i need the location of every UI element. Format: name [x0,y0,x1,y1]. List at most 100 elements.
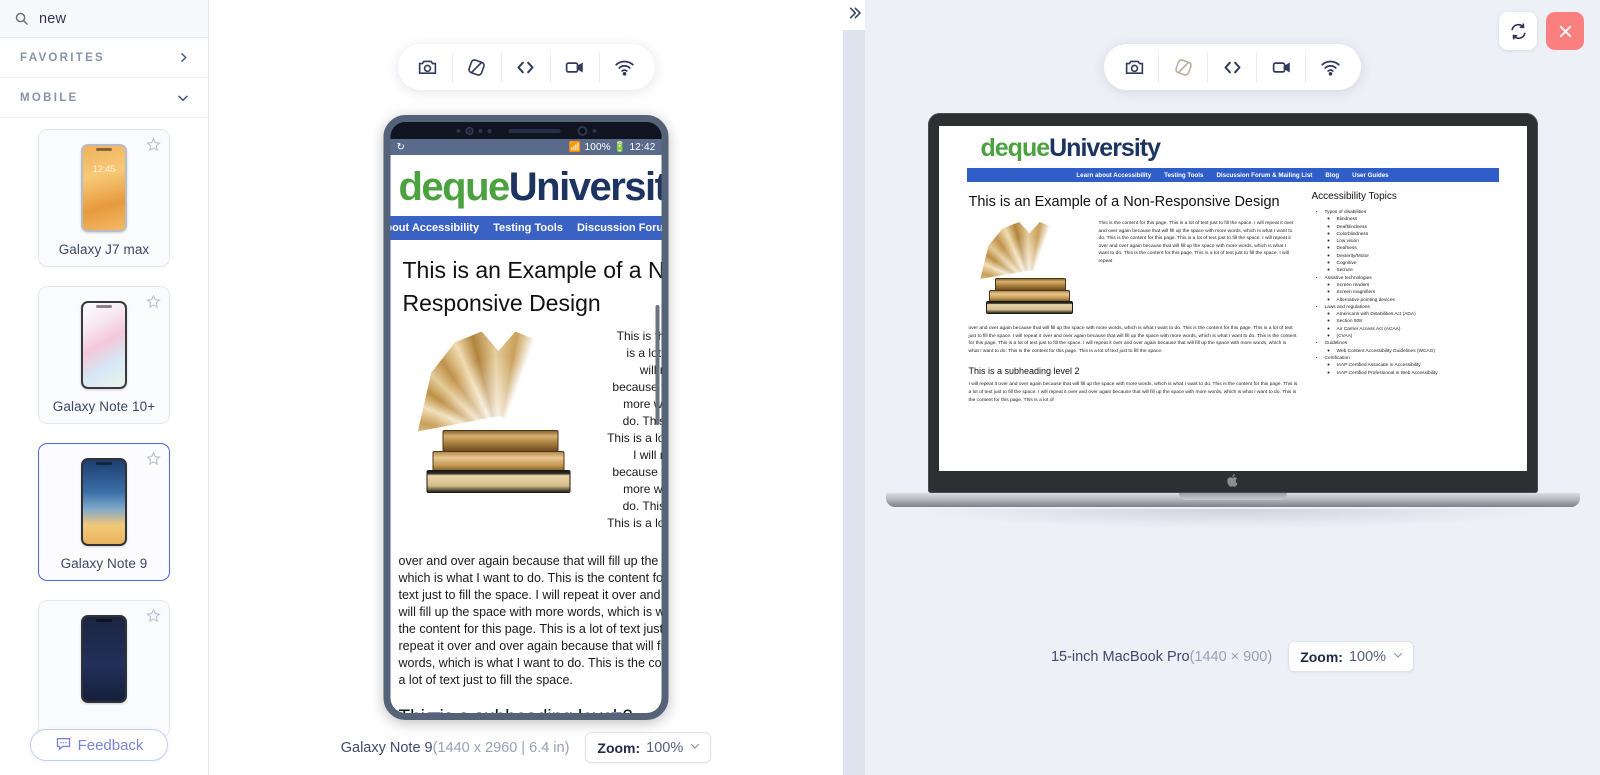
feedback-label: Feedback [77,736,144,754]
frame-nub [611,712,622,713]
desktop-device-footer: 15-inch MacBook Pro(1440 × 900) Zoom: 10… [865,641,1600,672]
device-card-galaxy-s8[interactable]: Galaxy S8 [38,600,170,738]
chevron-down-icon[interactable] [689,740,701,755]
topic-sublist: Web Content Accessibility Guidelines (WC… [1325,348,1497,355]
screenshot-button[interactable] [1110,52,1159,82]
book-spine [426,469,571,493]
thumb-clock: 12:45 [92,164,116,174]
topic-sublist: IAAP Certified Associate in Accessibilit… [1325,362,1497,377]
subtopic: Screen readers [1337,282,1497,289]
subtopic: Web Content Accessibility Guidelines (WC… [1337,348,1497,355]
record-video-button[interactable] [1257,52,1306,82]
sync-scroll-button[interactable] [1499,12,1537,50]
site-nav[interactable]: Learn about Accessibility Testing Tools … [966,168,1499,182]
device-sidebar: FAVORITES MOBILE 12:45 Galaxy J7 max [0,0,209,775]
device-card-galaxy-note-10-plus[interactable]: Galaxy Note 10+ [38,286,170,424]
feedback-button[interactable]: Feedback [30,729,168,761]
rotate-device-button[interactable] [453,52,502,82]
device-thumbnail: 12:45 [81,144,127,232]
search-input[interactable] [39,10,189,27]
topic-sublist: Americans with Disabilities Act (ADA) Se… [1325,311,1497,340]
open-book-pages [417,331,581,432]
sidebar-section-favorites[interactable]: FAVORITES [0,38,208,78]
nav-item-blog[interactable]: Blog [1325,172,1339,179]
subtopic: Seizure [1337,267,1497,274]
nav-item-learn[interactable]: Learn about Accessibility [1076,172,1151,179]
topic-item: Types of disabilities Blindness Deafblin… [1325,209,1497,275]
status-right: 📶 100% 🔋 12:42 [569,142,656,153]
site-nav[interactable]: Learn about Accessibility Testing Tools … [390,216,662,240]
chevron-down-icon[interactable] [176,91,190,105]
subtopic: Air Carrier Access Act (ACAA) [1337,326,1497,333]
topic-item: Laws and regulations Americans with Disa… [1325,304,1497,340]
subtopic: Screen magnifiers [1337,289,1497,296]
panel-divider[interactable] [833,0,875,775]
page-paragraph-column: This is the content for this page. This … [1098,221,1294,264]
frame-nub [430,712,441,713]
devtools-button[interactable] [1208,52,1257,82]
devtools-button[interactable] [502,52,551,82]
mobile-viewport[interactable]: dequeUniversity Learn about Accessibilit… [390,155,662,713]
desktop-device-dimensions: (1440 × 900) [1189,648,1273,665]
mobile-zoom-select[interactable]: Zoom: 100% [585,732,712,763]
network-throttle-button[interactable] [1306,52,1355,82]
record-video-button[interactable] [551,52,600,82]
thumb-notch [96,148,112,151]
screenshot-button[interactable] [404,52,453,82]
nav-item-discussion-forum[interactable]: Discussion Forum & Mailing List [577,222,662,234]
stack-of-books-photo [399,328,599,503]
nav-item-testing-tools[interactable]: Testing Tools [493,222,563,234]
search-icon [14,11,29,26]
device-list[interactable]: 12:45 Galaxy J7 max Galaxy Note 10+ Gala… [0,119,208,775]
rendered-page-desktop: dequeUniversity Learn about Accessibilit… [939,126,1527,404]
topic-label: Assistive technologies [1324,275,1372,281]
site-logo: dequeUniversity [391,155,662,216]
nav-item-learn[interactable]: Learn about Accessibility [391,222,480,234]
chevron-right-icon[interactable] [177,51,190,64]
phone-status-bar: ↻ 📶 100% 🔋 12:42 [390,139,662,155]
subtopic: Low vision [1337,238,1497,245]
panel-controls [1499,12,1584,50]
page-scrollbar[interactable] [655,305,660,425]
favorite-star-icon[interactable] [146,608,161,623]
aside-title: Accessibility Topics [1311,191,1397,202]
page-heading-2: This is a subheading level 2 [391,697,662,713]
earpiece-speaker [508,128,560,133]
logo-part-deque: deque [980,134,1051,162]
rotate-device-button [1159,52,1208,82]
device-card-galaxy-j7-max[interactable]: 12:45 Galaxy J7 max [38,129,170,267]
device-card-galaxy-note-9[interactable]: Galaxy Note 9 [38,443,170,581]
sidebar-section-mobile[interactable]: MOBILE [0,78,208,118]
sensor-dot [478,128,482,133]
nav-item-discussion-forum[interactable]: Discussion Forum & Mailing List [1216,172,1312,179]
book-spine [432,450,565,472]
search-bar[interactable] [0,0,208,38]
macbook-base [885,493,1580,507]
favorite-star-icon[interactable] [146,137,161,152]
subtopic: Deafness [1337,245,1497,252]
thumb-notch [96,462,112,465]
clock-label: 12:42 [629,141,656,153]
close-panel-button[interactable] [1546,12,1584,50]
network-throttle-button[interactable] [600,52,649,82]
device-thumbnail [81,458,127,546]
desktop-viewport[interactable]: dequeUniversity Learn about Accessibilit… [938,126,1527,471]
subtopic: Cognitive [1337,260,1497,267]
topic-label: Types of disabilities [1324,210,1367,215]
subtopic: Section 508 [1337,318,1497,325]
favorite-star-icon[interactable] [146,294,161,309]
sensor-dot [456,128,460,133]
desktop-zoom-select[interactable]: Zoom: 100% [1288,641,1415,672]
chevron-down-icon[interactable] [1392,649,1404,664]
topic-sublist: Blindness Deafblindness Colorblindness L… [1325,216,1497,274]
mobile-device-dimensions: (1440 x 2960 | 6.4 in) [432,739,570,756]
logo-part-university: University [1049,134,1161,162]
zoom-value: 100% [1348,648,1387,665]
chat-bubble-icon [55,735,72,756]
favorite-star-icon[interactable] [146,451,161,466]
nav-item-user-guides[interactable]: User Guides [1352,172,1388,179]
nav-item-testing-tools[interactable]: Testing Tools [1164,172,1203,179]
device-thumbnail [81,615,127,703]
desktop-device-toolbar [1104,44,1361,90]
thumb-notch [96,619,112,622]
